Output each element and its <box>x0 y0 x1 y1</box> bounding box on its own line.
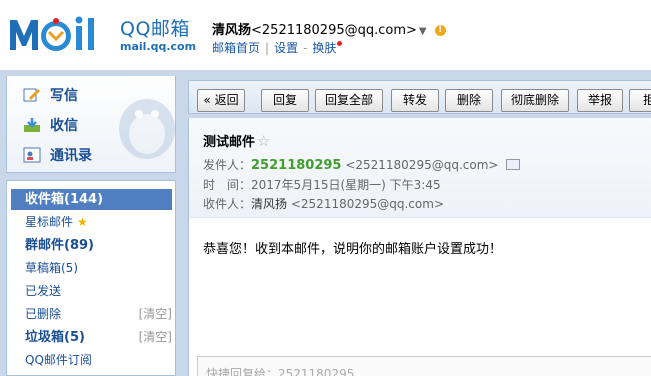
time-value: 2017年5月15日(星期一) 下午3:45 <box>251 178 441 192</box>
contacts-button[interactable]: 通讯录 <box>23 145 92 167</box>
time-row: 时 间：2017年5月15日(星期一) 下午3:45 <box>203 176 441 194</box>
sender-label: 发件人： <box>203 158 252 172</box>
skin-link[interactable]: 换肤 <box>312 41 336 55</box>
warning-icon[interactable]: ! <box>434 25 446 36</box>
divider: - <box>303 41 308 55</box>
sender-name[interactable]: 2521180295 <box>251 158 341 173</box>
user-info[interactable]: 清风扬<2521180295@qq.com> ▼! <box>212 19 446 38</box>
user-email: <2521180295@qq.com> <box>251 23 417 38</box>
reject-button[interactable]: 拒 <box>629 89 651 112</box>
sender-row: 发件人：2521180295 <2521180295@qq.com> <box>203 156 521 174</box>
clear-spam-link[interactable]: [清空] <box>139 327 172 348</box>
inbox-quick-label: 收信 <box>50 118 78 134</box>
sidebar: 写信 收信 通讯录 收件箱(144) 星标邮件 ★ 群邮件(89) 草稿箱(5) … <box>0 76 182 376</box>
delete-button[interactable]: 删除 <box>445 89 493 112</box>
recipient-name[interactable]: 清风扬 <box>251 197 287 211</box>
user-name: 清风扬 <box>212 23 252 38</box>
star-outline-icon[interactable]: ☆ <box>257 132 270 150</box>
forward-button[interactable]: 转发 <box>391 89 439 112</box>
brand-title: QQ邮箱 <box>120 18 190 40</box>
report-button[interactable]: 举报 <box>577 89 623 112</box>
header: QQ邮箱 mail.qq.com 清风扬<2521180295@qq.com> ▼… <box>0 0 651 70</box>
new-dot-icon <box>337 41 343 46</box>
reply-button[interactable]: 回复 <box>261 89 309 112</box>
header-links: 邮箱首页 | 设置 - 换肤 <box>212 39 343 56</box>
time-label: 时 间： <box>203 178 252 192</box>
mail-subject: 测试邮件 ☆ <box>203 131 270 150</box>
subject-text: 测试邮件 <box>203 135 256 150</box>
folder-subscribe[interactable]: QQ邮件订阅 <box>11 350 172 371</box>
sender-email: <2521180295@qq.com> <box>345 158 499 172</box>
folder-starred-label: 星标邮件 <box>25 215 74 229</box>
quick-actions: 写信 收信 通讯录 <box>6 76 176 173</box>
compose-button[interactable]: 写信 <box>23 85 78 107</box>
mail-toolbar: « 返回 回复 回复全部 转发 删除 彻底删除 举报 拒 <box>188 80 651 114</box>
folder-list: 收件箱(144) 星标邮件 ★ 群邮件(89) 草稿箱(5) 已发送 已删除 [清空… <box>6 180 176 376</box>
mail-home-link[interactable]: 邮箱首页 <box>212 41 260 55</box>
download-icon <box>24 118 40 132</box>
mail-header: 测试邮件 ☆ 发件人：2521180295 <2521180295@qq.com>… <box>189 118 651 218</box>
divider: | <box>265 41 270 55</box>
clear-deleted-link[interactable]: [清空] <box>139 304 172 325</box>
contact-card-icon[interactable] <box>506 159 521 170</box>
folder-drafts[interactable]: 草稿箱(5) <box>11 258 172 279</box>
inbox-button[interactable]: 收信 <box>23 115 78 137</box>
folder-starred[interactable]: 星标邮件 ★ <box>11 212 172 233</box>
folder-inbox[interactable]: 收件箱(144) <box>11 189 172 210</box>
brand-domain: mail.qq.com <box>120 40 197 53</box>
qq-mail-logo[interactable] <box>8 12 116 58</box>
chevron-down-icon[interactable]: ▼ <box>419 26 427 37</box>
quick-reply-placeholder: 快捷回复给：2521180295 <box>206 367 355 376</box>
folder-sent[interactable]: 已发送 <box>11 281 172 302</box>
brand: QQ邮箱 mail.qq.com <box>120 18 196 53</box>
recipient-email: <2521180295@qq.com> <box>290 197 444 211</box>
mail-content: 测试邮件 ☆ 发件人：2521180295 <2521180295@qq.com>… <box>188 118 651 376</box>
folder-deleted-label: 已删除 <box>25 307 62 321</box>
quick-reply-box[interactable]: 快捷回复给：2521180295 <box>197 356 651 376</box>
reply-all-button[interactable]: 回复全部 <box>315 89 383 112</box>
settings-link[interactable]: 设置 <box>274 41 298 55</box>
contacts-label: 通讯录 <box>50 148 92 164</box>
pencil-icon <box>23 88 40 102</box>
recipient-label: 收件人： <box>203 197 252 211</box>
folder-deleted[interactable]: 已删除 [清空] <box>11 304 172 325</box>
star-icon: ★ <box>77 215 88 229</box>
penguin-watermark-icon <box>119 99 175 159</box>
mail-body: 恭喜您！收到本邮件，说明你的邮箱账户设置成功！ <box>203 242 503 257</box>
recipient-row: 收件人：清风扬 <2521180295@qq.com> <box>203 195 444 213</box>
back-button[interactable]: « 返回 <box>197 89 245 112</box>
delete-permanent-button[interactable]: 彻底删除 <box>501 89 569 112</box>
main-panel: « 返回 回复 回复全部 转发 删除 彻底删除 举报 拒 测试邮件☆ 发件人：2… <box>182 76 651 376</box>
compose-label: 写信 <box>50 88 78 104</box>
folder-group[interactable]: 群邮件(89) <box>11 235 172 256</box>
folder-spam[interactable]: 垃圾箱(5) [清空] <box>11 327 172 348</box>
folder-spam-label: 垃圾箱(5) <box>25 330 85 345</box>
address-book-icon <box>23 147 41 163</box>
